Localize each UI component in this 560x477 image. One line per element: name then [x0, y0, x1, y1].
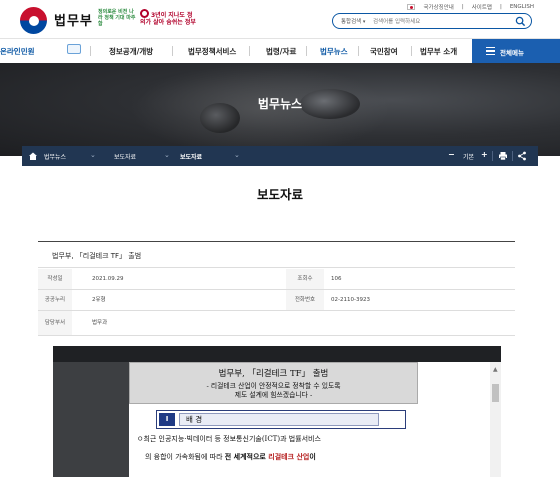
site-header: 법무부 정의로운 비전 나라 정책 기대 마주함 3년이 지나도 정의가 살아 … [0, 0, 560, 38]
meta-value: 02-2110-3923 [331, 297, 370, 303]
slogan-red: 3년이 지나도 정의가 살아 숨쉬는 정부 [140, 9, 196, 26]
scroll-up-arrow-icon[interactable]: ▲ [493, 366, 498, 373]
search-input[interactable] [373, 16, 513, 27]
article-title: 법무부, 「리걸테크 TF」 출범 [52, 252, 142, 260]
nav-item-laws[interactable]: 법령/자료 [266, 46, 296, 57]
chevron-down-icon[interactable]: ⌄ [90, 151, 96, 159]
nav-item-about[interactable]: 법무부 소개 [420, 46, 457, 57]
article-meta-row: 작성일 2021.09.29 조회수 106 [38, 269, 515, 290]
control-divider [492, 151, 493, 161]
nav-divider [90, 46, 91, 56]
nav-item-participation[interactable]: 국민참여 [370, 46, 398, 57]
article-meta-row: 담당부서 법무과 [38, 311, 515, 336]
breadcrumb: 법무뉴스 ⌄ 보도자료 ⌄ 보도자료 ⌄ − 기본 + [22, 146, 538, 166]
chevron-down-icon[interactable]: ⌄ [164, 151, 170, 159]
meta-value: 106 [331, 276, 342, 282]
breadcrumb-item-news[interactable]: 법무뉴스 [44, 152, 66, 161]
document-viewer: 법무부, 「리걸테크 TF」 출범 - 리걸테크 산업이 안정적으로 정착할 수… [53, 346, 501, 477]
utility-nav: 국가상징안내 | 사이트맵 | ENGLISH [407, 3, 534, 11]
slogan-green: 정의로운 비전 나라 정책 기대 마주함 [98, 9, 136, 27]
meta-value: 법무과 [92, 320, 108, 326]
meta-label: 조회수 [286, 269, 324, 289]
main-navigation: 온라인민원 정보공개/개방 법무정책서비스 법령/자료 법무뉴스 국민참여 법무… [0, 38, 560, 64]
chevron-down-icon[interactable]: ⌄ [234, 151, 240, 159]
article-header: 법무부, 「리걸테크 TF」 출범 [38, 241, 515, 268]
util-link-sitemap[interactable]: 사이트맵 [472, 3, 492, 11]
ring-icon [140, 9, 149, 18]
breadcrumb-item-current[interactable]: 보도자료 [180, 152, 202, 161]
search-box: 통합검색 [332, 13, 532, 29]
util-link-symbols[interactable]: 국가상징안내 [423, 3, 453, 11]
zoom-out-button[interactable]: − [448, 150, 455, 159]
hero-banner: 법무뉴스 [0, 63, 560, 156]
scrollbar-thumb[interactable] [492, 384, 499, 402]
nav-item-policy-service[interactable]: 법무정책서비스 [188, 46, 236, 57]
nav-item-info-disclosure[interactable]: 정보공개/개방 [109, 46, 153, 57]
section-number: Ⅰ [159, 413, 175, 426]
document-page: 법무부, 「리걸테크 TF」 출범 - 리걸테크 산업이 안정적으로 정착할 수… [129, 362, 493, 477]
viewer-scrollbar[interactable]: ▲ [490, 362, 501, 477]
nav-divider [306, 46, 307, 56]
meta-label: 작성일 [38, 269, 72, 289]
search-scope-select[interactable]: 통합검색 [341, 17, 365, 25]
meta-label: 담당부서 [38, 311, 72, 335]
hamburger-icon [486, 47, 495, 55]
doc-title-box: 법무부, 「리걸테크 TF」 출범 - 리걸테크 산업이 안정적으로 정착할 수… [129, 362, 418, 404]
hero-title: 법무뉴스 [257, 97, 303, 111]
korea-flag-icon [407, 4, 416, 10]
search-icon[interactable] [515, 16, 526, 27]
zoom-in-button[interactable]: + [481, 150, 488, 159]
meta-value: 2유형 [92, 297, 106, 303]
meta-label: 전화번호 [286, 290, 324, 310]
meta-label: 공공누리 [38, 290, 72, 310]
nav-item-news[interactable]: 법무뉴스 [320, 46, 348, 57]
util-divider: | [499, 4, 502, 10]
doc-paragraph: ㅇ최근 인공지능·빅데이터 등 정보통신기술(ICT)과 법률서비스 [137, 435, 321, 443]
ministry-logo-text[interactable]: 법무부 [54, 10, 93, 29]
article-meta-row: 공공누리 2유형 전화번호 02-2110-3923 [38, 290, 515, 311]
doc-section-heading: Ⅰ 배 경 [156, 410, 406, 429]
viewer-toolbar [53, 346, 501, 362]
util-link-english[interactable]: ENGLISH [510, 4, 534, 10]
nav-divider [172, 46, 173, 56]
doc-subtitle: - 리걸테크 산업이 안정적으로 정착할 수 있도록 제도 설계에 힘쓰겠습니다… [206, 382, 341, 399]
nav-divider [411, 46, 412, 56]
section-label: 배 경 [179, 413, 379, 426]
doc-paragraph: 의 융합이 가속화됨에 따라 전 세계적으로 리걸테크 산업이 [145, 452, 316, 461]
share-icon[interactable] [517, 151, 527, 161]
chat-bubble-icon[interactable] [67, 44, 81, 54]
home-icon[interactable] [28, 151, 38, 161]
util-divider: | [461, 4, 464, 10]
control-divider [512, 151, 513, 161]
breadcrumb-item-press[interactable]: 보도자료 [114, 152, 136, 161]
all-menu-button[interactable]: 전체메뉴 [472, 39, 560, 64]
doc-title: 법무부, 「리걸테크 TF」 출범 [218, 369, 329, 379]
nav-online-petition[interactable]: 온라인민원 [0, 46, 35, 57]
nav-divider [358, 46, 359, 56]
zoom-reset-button[interactable]: 기본 [463, 152, 474, 161]
meta-value: 2021.09.29 [92, 276, 124, 282]
page-title: 보도자료 [256, 187, 303, 202]
taegeuk-logo-icon[interactable] [20, 7, 47, 34]
nav-divider [249, 46, 250, 56]
print-icon[interactable] [498, 151, 508, 161]
